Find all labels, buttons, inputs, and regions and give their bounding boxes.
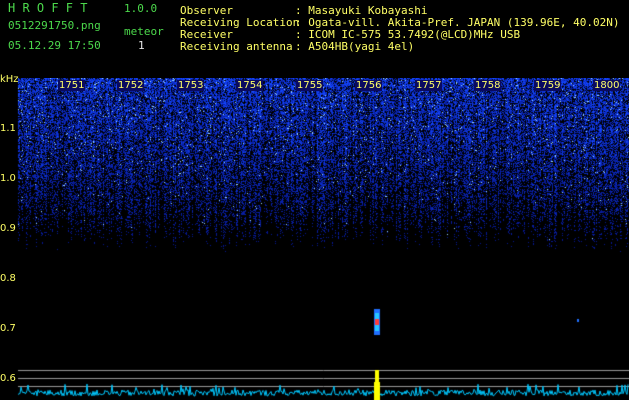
spectrogram-canvas — [0, 78, 629, 400]
y-tick-label: 1.0 — [0, 173, 16, 184]
info-label-antenna: Receiving antenna — [180, 40, 293, 53]
y-tick-label: 0.7 — [0, 323, 16, 334]
info-value-antenna: : A504HB(yagi 4el) — [295, 40, 415, 53]
y-tick-label: 0.9 — [0, 223, 16, 234]
x-tick-label: 1758 — [474, 80, 502, 91]
x-tick-label: 1752 — [117, 80, 145, 91]
meteor-count: 1 — [138, 39, 145, 52]
x-tick-label: 1753 — [177, 80, 205, 91]
y-tick-label: 0.8 — [0, 273, 16, 284]
app-title: H R O F F T — [8, 1, 88, 15]
y-tick-label: 1.1 — [0, 123, 16, 134]
x-tick-label: 1755 — [296, 80, 324, 91]
x-tick-label: 1757 — [415, 80, 443, 91]
x-tick-label: 1756 — [355, 80, 383, 91]
file-name: 0512291750.png — [8, 19, 101, 32]
meteor-label: meteor — [124, 25, 164, 38]
x-tick-label: 1751 — [58, 80, 86, 91]
y-axis-unit: kHz — [0, 74, 19, 85]
x-tick-label: 1759 — [534, 80, 562, 91]
app-version: 1.0.0 — [124, 2, 158, 15]
timestamp: 05.12.29 17:50 — [8, 39, 101, 52]
x-tick-label: 1800 — [593, 80, 621, 91]
y-tick-label: 0.6 — [0, 373, 16, 384]
x-tick-label: 1754 — [236, 80, 264, 91]
